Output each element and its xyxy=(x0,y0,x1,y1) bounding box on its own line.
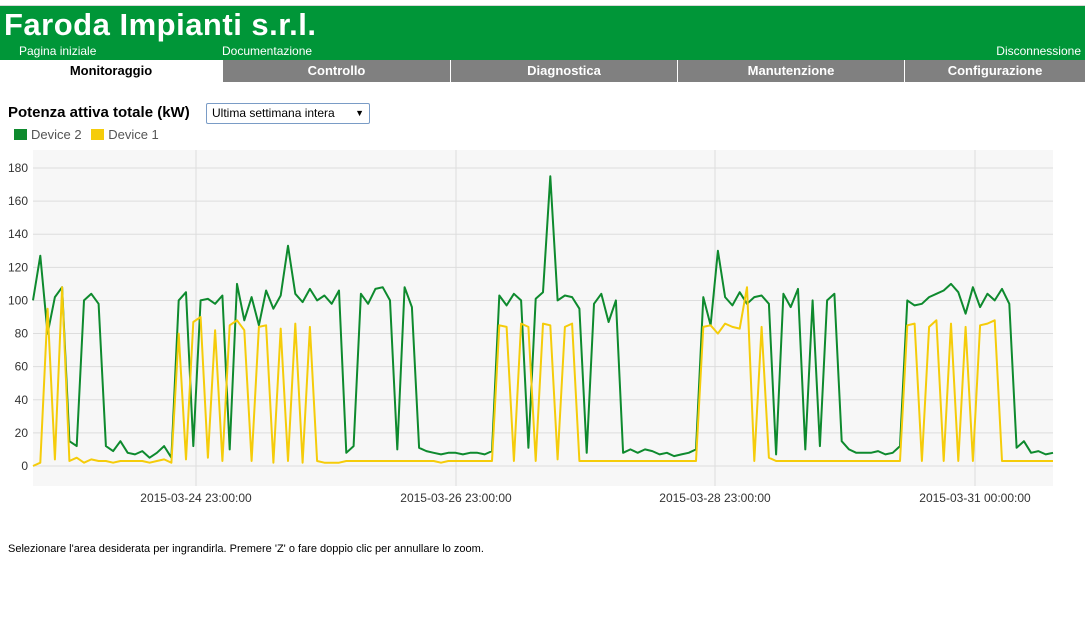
tab-bar: Monitoraggio Controllo Diagnostica Manut… xyxy=(0,60,1085,82)
y-tick-label: 40 xyxy=(15,393,29,407)
dropdown-arrow-icon: ▼ xyxy=(355,108,364,118)
y-tick-label: 0 xyxy=(21,459,28,473)
x-axis-ticks: 2015-03-24 23:00:00 2015-03-26 23:00:00 20… xyxy=(140,491,1031,505)
y-tick-label: 80 xyxy=(15,327,29,341)
x-tick-label: 2015-03-28 23:00:00 xyxy=(659,491,771,505)
x-tick-label: 2015-03-24 23:00:00 xyxy=(140,491,252,505)
app-title: Faroda Impianti s.r.l. xyxy=(4,7,317,42)
home-link[interactable]: Pagina iniziale xyxy=(19,44,96,58)
y-axis-ticks: 0 20 40 60 80 100 120 140 160 180 xyxy=(8,161,28,473)
tab-configurazione[interactable]: Configurazione xyxy=(904,60,1085,82)
legend-label-device-2: Device 2 xyxy=(31,127,82,142)
documentation-link[interactable]: Documentazione xyxy=(222,44,312,58)
y-tick-label: 180 xyxy=(8,161,28,175)
tab-manutenzione[interactable]: Manutenzione xyxy=(677,60,904,82)
time-range-value: Ultima settimana intera xyxy=(212,106,335,120)
app-header: Faroda Impianti s.r.l. Pagina iniziale D… xyxy=(0,6,1085,60)
legend-label-device-1: Device 1 xyxy=(108,127,159,142)
tab-controllo[interactable]: Controllo xyxy=(222,60,450,82)
x-tick-label: 2015-03-31 00:00:00 xyxy=(919,491,1031,505)
chart-legend: Device 2 Device 1 xyxy=(14,127,165,142)
time-range-select[interactable]: Ultima settimana intera ▼ xyxy=(206,103,370,124)
tab-diagnostica[interactable]: Diagnostica xyxy=(450,60,677,82)
legend-swatch-device-2 xyxy=(14,129,27,140)
x-tick-label: 2015-03-26 23:00:00 xyxy=(400,491,512,505)
legend-item-device-2[interactable]: Device 2 xyxy=(14,127,82,142)
logout-link[interactable]: Disconnessione xyxy=(996,44,1081,58)
y-tick-label: 60 xyxy=(15,360,29,374)
y-tick-label: 100 xyxy=(8,293,28,307)
y-tick-label: 140 xyxy=(8,227,28,241)
y-tick-label: 160 xyxy=(8,194,28,208)
chart-heading: Potenza attiva totale (kW) xyxy=(8,104,190,121)
zoom-hint: Selezionare l'area desiderata per ingran… xyxy=(8,543,484,555)
y-tick-label: 20 xyxy=(15,426,29,440)
power-chart[interactable]: 0 20 40 60 80 100 120 140 160 180 2015-03-24 23:0… xyxy=(0,146,1085,516)
legend-swatch-device-1 xyxy=(91,129,105,140)
legend-item-device-1[interactable]: Device 1 xyxy=(91,127,159,142)
tab-monitoraggio[interactable]: Monitoraggio xyxy=(0,60,222,82)
y-tick-label: 120 xyxy=(8,260,28,274)
